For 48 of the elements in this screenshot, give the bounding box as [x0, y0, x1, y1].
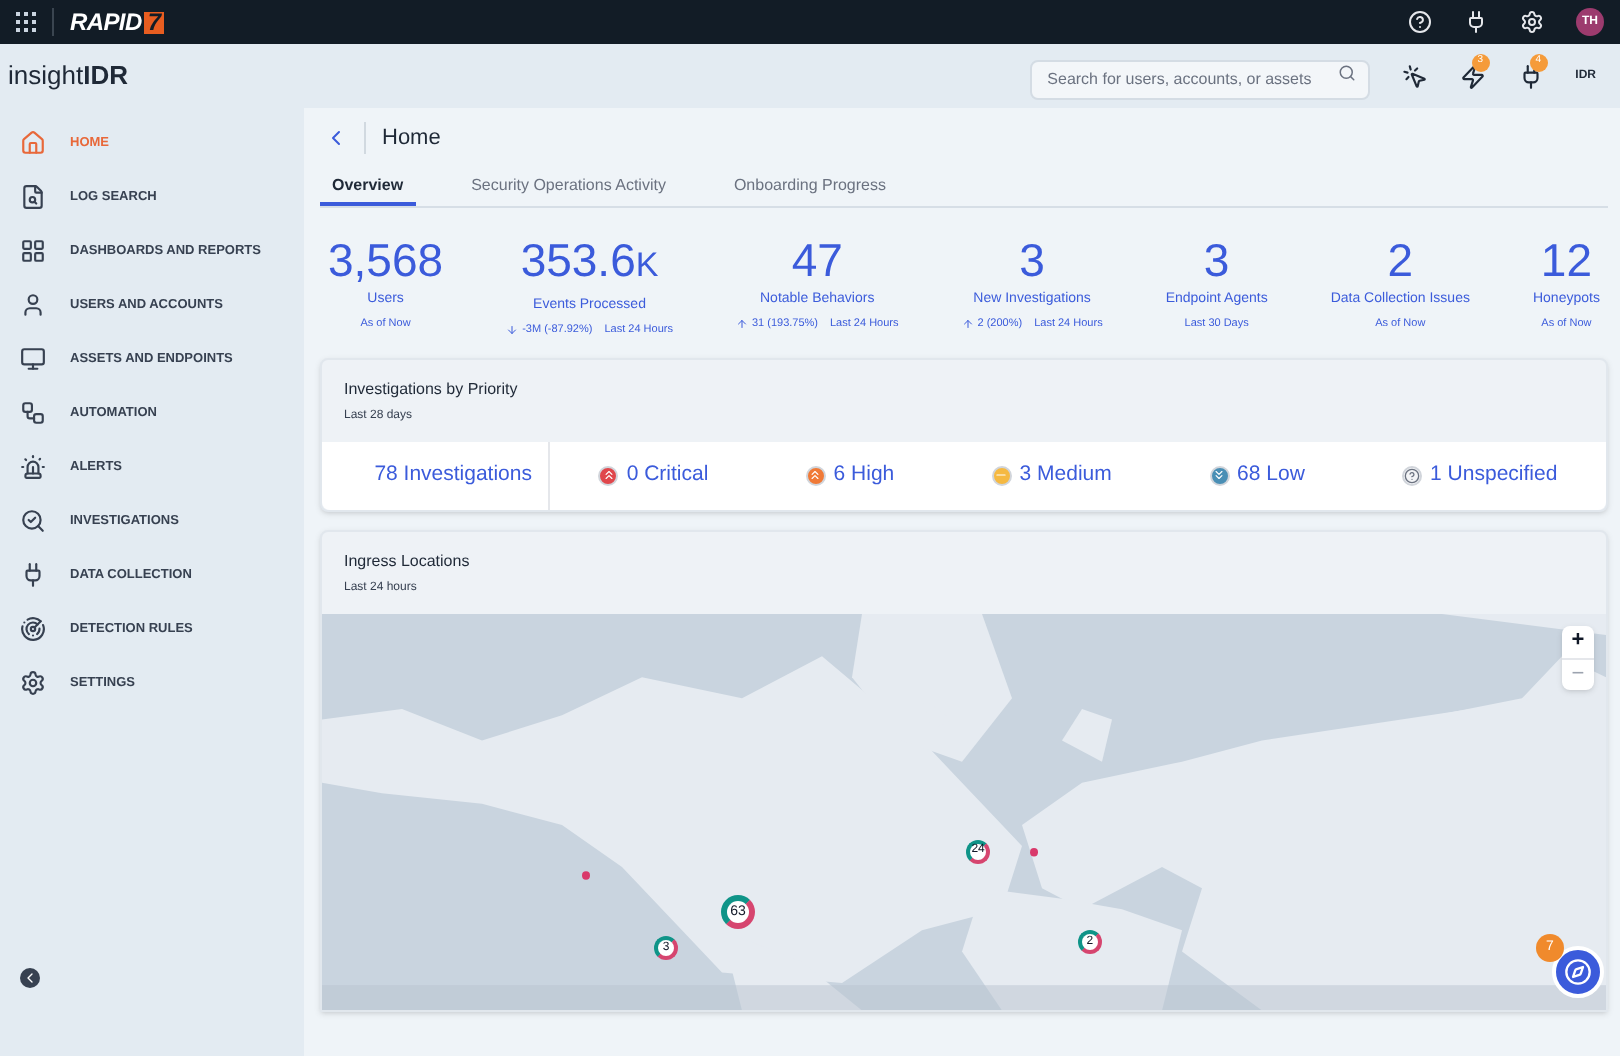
radar-icon — [20, 616, 46, 642]
document-search-icon — [20, 184, 46, 210]
tab[interactable]: Security Operations Activity — [459, 168, 678, 206]
stat-value: 353.6K — [520, 232, 659, 290]
stat-value: 12 — [1540, 232, 1593, 288]
siren-icon — [20, 454, 46, 480]
tab[interactable]: Onboarding Progress — [721, 168, 898, 206]
down-arrow-icon — [506, 323, 519, 336]
plug-icon[interactable] — [1517, 63, 1544, 89]
rapid7-logo[interactable]: RAPID 7 — [70, 4, 165, 40]
cursor-click-icon[interactable] — [1401, 63, 1428, 89]
chevron-left-icon — [22, 970, 38, 986]
investigations-total-link[interactable]: 78 Investigations — [322, 441, 550, 510]
home-icon — [20, 130, 46, 156]
compass-icon — [1564, 958, 1592, 986]
monitor-icon — [20, 346, 46, 372]
card-title: Investigations by Priority — [342, 377, 520, 402]
stat-value: 3,568 — [328, 232, 444, 288]
collapse-button[interactable] — [20, 968, 40, 988]
priority-link[interactable]: 6 High — [833, 459, 895, 492]
priority-link[interactable]: 0 Critical — [626, 459, 709, 492]
plug-icon — [20, 562, 46, 588]
plug-icon[interactable] — [1464, 10, 1488, 34]
settings-icon[interactable] — [1520, 10, 1544, 34]
stat-value: 2 — [1387, 232, 1414, 288]
help-icon[interactable] — [1408, 10, 1432, 34]
priority-link[interactable]: 68 Low — [1237, 459, 1305, 492]
settings-icon — [20, 670, 46, 696]
apps-grid-icon[interactable] — [16, 12, 36, 32]
tab[interactable]: Overview — [320, 168, 416, 206]
up-arrow-icon — [961, 317, 974, 330]
priority-link[interactable]: 1 Unspecified — [1430, 459, 1558, 492]
stat-value: 3 — [1019, 232, 1045, 288]
card-title: Ingress Locations — [342, 549, 472, 574]
stat-value: 3 — [1203, 232, 1230, 288]
priority-link[interactable]: 3 Medium — [1019, 459, 1112, 492]
zoom-in-button[interactable]: + — [1562, 625, 1594, 658]
stat-value: 47 — [791, 232, 843, 288]
user-icon — [20, 292, 46, 318]
page-title: Home — [382, 123, 441, 154]
workflow-icon — [20, 400, 46, 426]
up-arrow-icon — [735, 317, 748, 330]
product-name: insightIDR — [8, 58, 128, 95]
search-icon[interactable] — [1337, 63, 1356, 81]
grid-icon — [20, 238, 46, 264]
lightning-icon[interactable] — [1459, 63, 1486, 89]
search-check-icon — [20, 508, 46, 534]
search-field[interactable]: Search for users, accounts, or assets — [1029, 59, 1370, 99]
